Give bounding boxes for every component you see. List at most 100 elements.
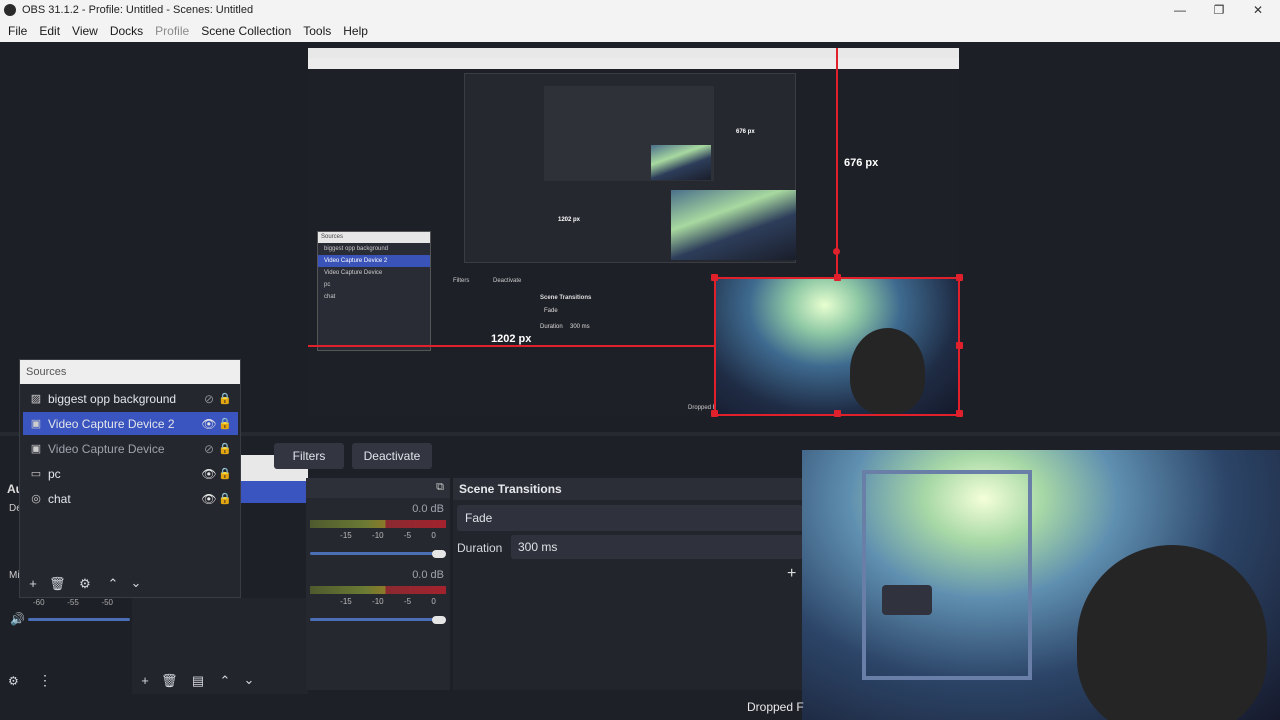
scale-tick: -50 [101,598,113,607]
eye-icon[interactable]: 👁 [201,492,217,506]
track2-volume-slider[interactable] [310,618,446,621]
nested-title-bar [308,48,959,58]
camera-icon: ▣ [30,443,42,455]
more-options-icon[interactable]: ⋮ [38,672,52,689]
nested-scene-transitions: Scene Transitions [540,295,592,301]
monitor-icon: ▭ [30,468,42,480]
lock-icon[interactable]: 🔒 [217,392,233,405]
track2-db: 0.0 dB [412,569,444,581]
move-down-icon[interactable]: ⌄ [241,672,257,688]
nested-measure-horizontal: 1202 px [558,217,581,223]
dropped-frames-status: Dropped F [747,700,804,714]
nested-fade: Fade [544,308,558,314]
selection-bounding-box[interactable] [714,277,960,416]
scene-transitions-title: Scene Transitions [453,478,803,500]
nested-source-item: pc [324,282,331,288]
eye-hidden-icon[interactable]: ⊘ [201,442,217,456]
nested-measure-vertical: 676 px [736,129,755,135]
remove-source-icon[interactable]: 🗑 [49,576,66,592]
filters-button[interactable]: Filters [274,443,344,469]
left-meter-scale: -60 -55 -50 [33,598,113,607]
transition-select[interactable]: Fade [457,505,803,531]
close-button[interactable]: ✕ [1238,0,1278,20]
scale-tick: -55 [67,598,79,607]
resize-handle-bottom[interactable] [834,410,841,417]
mixer-header [306,478,450,498]
resize-handle-right[interactable] [956,342,963,349]
title-bar: OBS 31.1.2 - Profile: Untitled - Scenes:… [0,0,1280,20]
sources-title: Sources [20,360,240,384]
measure-vertical-label: 676 px [844,157,879,169]
advanced-audio-icon[interactable]: ⚙ [8,674,19,688]
remove-scene-icon[interactable]: 🗑 [161,673,178,689]
nested-source-item: Video Capture Device 2 [318,255,430,267]
lock-icon[interactable]: 🔒 [217,492,233,505]
menu-view[interactable]: View [66,20,104,42]
menu-scene-collection[interactable]: Scene Collection [195,20,297,42]
filter-icon[interactable]: ▤ [190,673,206,689]
menu-file[interactable]: File [2,20,33,42]
menu-tools[interactable]: Tools [297,20,337,42]
nested-filters-button: Filters [453,278,470,284]
scale-tick: 0 [431,597,436,606]
scale-tick: 0 [431,531,436,540]
left-volume-slider[interactable] [28,618,130,621]
eye-icon[interactable]: 👁 [201,417,217,431]
add-source-icon[interactable]: + [25,576,41,591]
scale-tick: -15 [340,531,352,540]
camera-person [1077,545,1267,720]
nested-sources-dock: Sources biggest opp background Video Cap… [317,231,431,351]
move-source-up-icon[interactable]: ⌃ [105,576,121,592]
source-name: pc [48,466,61,481]
resize-handle-top-left[interactable] [711,274,718,281]
deactivate-button[interactable]: Deactivate [352,443,432,469]
resize-handle-bottom-right[interactable] [956,410,963,417]
move-source-down-icon[interactable]: ⌄ [128,575,144,591]
nested-source-item: Video Capture Device [324,270,383,276]
lock-icon[interactable]: 🔒 [217,417,233,430]
source-item-biggest-opp-background[interactable]: ▨ biggest opp background ⊘ 🔒 [23,387,238,410]
sources-dock: Sources ▨ biggest opp background ⊘ 🔒 ▣ V… [19,359,241,598]
source-properties-icon[interactable]: ⚙ [77,576,93,592]
source-name: Video Capture Device [48,441,165,456]
menu-help[interactable]: Help [337,20,374,42]
menu-edit[interactable]: Edit [33,20,66,42]
filters-label: Filters [292,449,326,463]
resize-handle-top-right[interactable] [956,274,963,281]
distance-guide-horizontal [308,345,714,347]
resize-handle-bottom-left[interactable] [711,410,718,417]
distance-guide-vertical [836,48,838,278]
menu-profile[interactable]: Profile [149,20,195,42]
track1-volume-knob[interactable] [432,550,446,558]
browser-icon: ◎ [31,493,41,505]
track1-volume-slider[interactable] [310,552,446,555]
source-item-video-capture-device-2[interactable]: ▣ Video Capture Device 2 👁 🔒 [23,412,238,435]
nested-camera-feed-small [651,145,711,180]
source-item-video-capture-device[interactable]: ▣ Video Capture Device ⊘ 🔒 [23,437,238,460]
duration-field[interactable]: 300 ms [511,535,803,559]
lock-icon[interactable]: 🔒 [217,442,233,455]
undock-icon[interactable]: ⧉ [436,481,444,494]
nested-duration-label: Duration [540,324,563,330]
add-transition-button[interactable]: + [787,565,796,583]
move-up-icon[interactable]: ⌃ [217,673,233,689]
minimize-button[interactable]: — [1160,0,1200,20]
eye-hidden-icon[interactable]: ⊘ [201,392,217,406]
nested-duration-value: 300 ms [570,324,590,330]
nested-menu-bar [308,58,959,69]
menu-docks[interactable]: Docks [104,20,149,42]
source-item-pc[interactable]: ▭ pc 👁 🔒 [23,462,238,485]
track2-volume-knob[interactable] [432,616,446,624]
volume-icon[interactable]: 🔊 [10,612,25,626]
source-item-chat[interactable]: ◎ chat 👁 🔒 [23,487,238,510]
lock-icon[interactable]: 🔒 [217,467,233,480]
image-icon: ▨ [30,393,42,405]
webcam-feed [802,450,1280,720]
add-scene-icon[interactable]: + [137,673,153,688]
track1-db: 0.0 dB [412,503,444,515]
eye-icon[interactable]: 👁 [201,467,217,481]
maximize-button[interactable]: ❐ [1199,0,1239,20]
duration-label: Duration [457,541,503,555]
selected-scene-fragment[interactable] [240,481,308,503]
audio-mixer: ⧉ 0.0 dB -15 -10 -5 0 0.0 dB -15 -10 -5 … [306,478,450,690]
